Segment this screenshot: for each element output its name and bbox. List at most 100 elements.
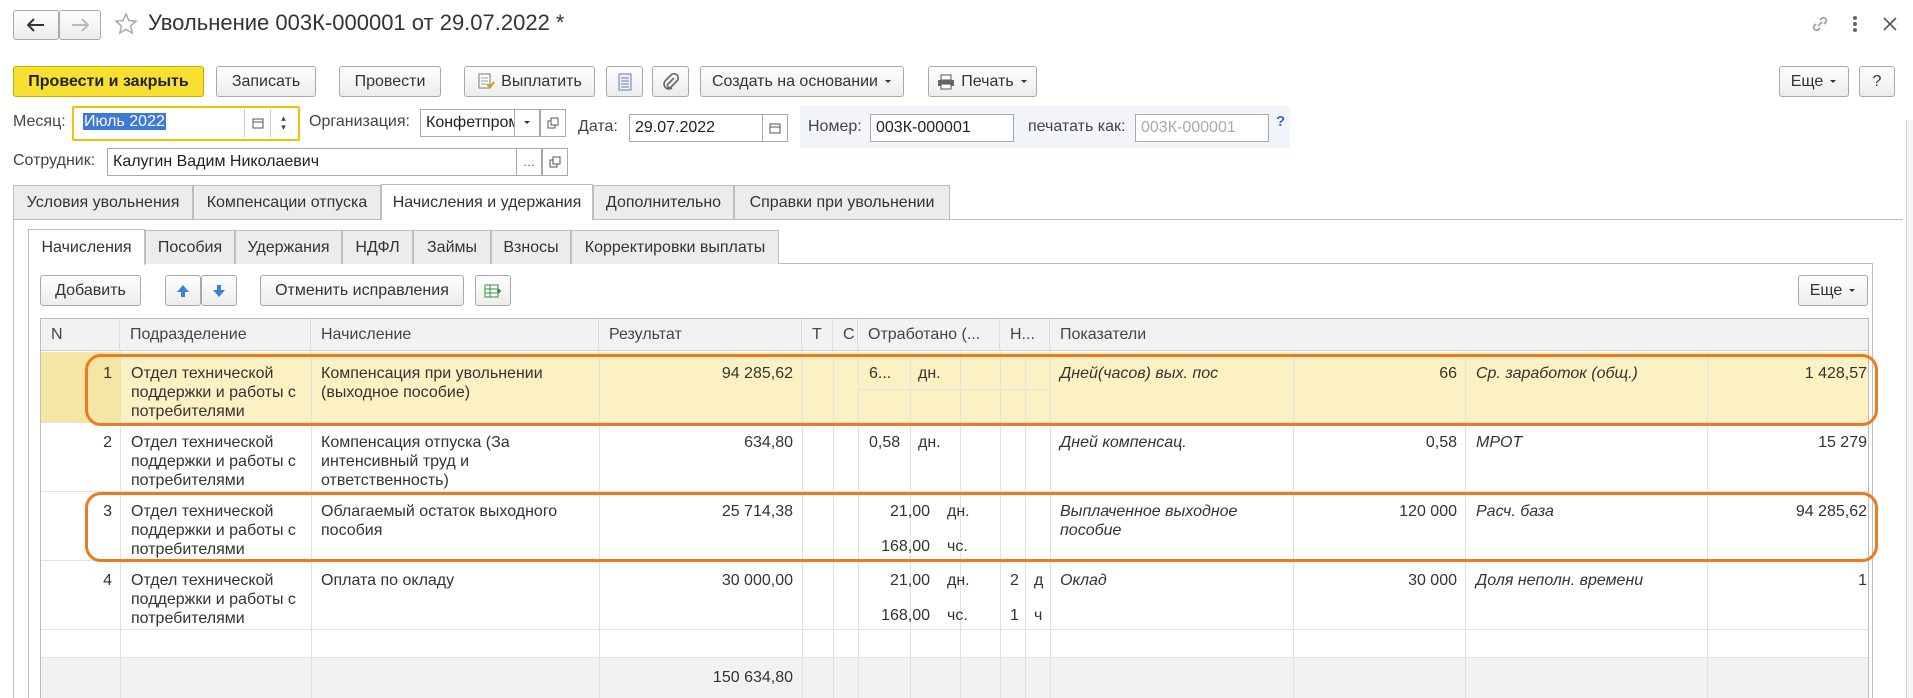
printer-icon (937, 74, 955, 90)
employee-open-button[interactable] (542, 148, 568, 176)
row-separator (41, 657, 1868, 658)
month-calendar-button[interactable] (244, 109, 270, 137)
number-field[interactable]: 003К-000001 (870, 114, 1014, 142)
subtab-ndfl[interactable]: НДФЛ (342, 230, 413, 264)
subtab-loans[interactable]: Займы (413, 230, 491, 264)
forward-button[interactable] (59, 10, 101, 40)
subtab-accruals[interactable]: Начисления (28, 229, 145, 265)
norm-value: 1 (1010, 607, 1019, 624)
worked-unit: дн. (918, 434, 941, 451)
tab-dismissal-conditions[interactable]: Условия увольнения (13, 185, 193, 219)
open-window-icon (549, 156, 561, 168)
vertical-scrollbar[interactable] (1906, 120, 1913, 698)
row-number: 4 (103, 572, 112, 589)
open-window-icon (547, 117, 559, 129)
chevron-down-icon (1848, 288, 1856, 294)
employee-label: Сотрудник: (13, 152, 96, 169)
subtab-benefits[interactable]: Пособия (145, 230, 235, 264)
post-button[interactable]: Провести (339, 66, 441, 97)
move-up-button[interactable] (165, 275, 201, 306)
organization-dropdown-button[interactable] (514, 109, 540, 137)
print-button[interactable]: Печать (928, 66, 1037, 97)
col-header-c[interactable]: С (833, 319, 858, 351)
calendar-icon (769, 122, 781, 134)
col-header-accrual[interactable]: Начисление (311, 319, 599, 351)
accrual-line: ответственность) (321, 472, 449, 489)
chevron-down-icon (884, 79, 892, 85)
back-button[interactable] (13, 10, 59, 40)
subtab-deductions[interactable]: Удержания (235, 230, 342, 264)
col-header-t[interactable]: Т (802, 319, 833, 351)
worked-unit: дн. (947, 572, 970, 589)
table-total-bg (41, 657, 1868, 698)
col-header-n[interactable]: N (41, 319, 120, 351)
print-button-label: Печать (961, 72, 1014, 90)
tab-vacation-compensation[interactable]: Компенсации отпуска (193, 185, 381, 219)
indicator-value: 15 279 (1818, 434, 1867, 451)
spin-down-icon: ▾ (281, 122, 286, 132)
indicator-value: 1 (1858, 572, 1867, 589)
col-header-indicators[interactable]: Показатели (1050, 319, 1868, 351)
department-line: поддержки и работы с (131, 591, 296, 608)
grid-more-button[interactable]: Еще (1798, 275, 1868, 306)
department-line: Отдел технической (131, 572, 274, 589)
grid-settings-button[interactable] (475, 275, 511, 306)
month-value: Июль 2022 (83, 113, 166, 130)
accrual-line: интенсивный труд и (321, 453, 470, 470)
pay-button[interactable]: Выплатить (464, 66, 595, 97)
worked-value: 0,58 (869, 434, 901, 451)
department-line: потребителями (131, 610, 245, 627)
create-based-on-label: Создать на основании (712, 72, 878, 90)
col-header-n2[interactable]: Н... (1000, 319, 1050, 351)
pay-document-icon (477, 73, 495, 91)
result-value: 634,80 (744, 434, 793, 451)
list-view-button[interactable] (606, 66, 643, 97)
link-icon[interactable] (1810, 14, 1830, 34)
attach-button[interactable] (652, 66, 689, 97)
col-header-department[interactable]: Подразделение (120, 319, 311, 351)
favorite-star-icon[interactable] (114, 12, 138, 36)
arrow-down-icon (212, 284, 226, 298)
post-and-close-button[interactable]: Провести и закрыть (13, 66, 204, 97)
grid-more-label: Еще (1809, 281, 1843, 299)
add-button[interactable]: Добавить (40, 275, 141, 306)
chevron-down-icon (1829, 79, 1837, 85)
create-based-on-button[interactable]: Создать на основании (700, 66, 904, 97)
indicator-name: Оклад (1060, 572, 1107, 589)
indicator-name: Дней компенсац. (1060, 434, 1187, 451)
department-line: Отдел технической (131, 434, 274, 451)
row-number: 2 (103, 434, 112, 451)
organization-field[interactable]: Конфетпром (420, 109, 515, 137)
col-header-worked[interactable]: Отработано (... (858, 319, 1000, 351)
move-down-button[interactable] (201, 275, 237, 306)
cancel-fixes-button[interactable]: Отменить исправления (260, 275, 464, 306)
close-icon[interactable] (1882, 16, 1898, 32)
date-calendar-button[interactable] (762, 114, 788, 142)
norm-unit: ч (1034, 607, 1043, 624)
month-spinner[interactable]: ▴ ▾ (270, 109, 296, 137)
accrual-line: Оплата по окладу (321, 572, 455, 589)
paperclip-icon (662, 72, 680, 91)
chevron-down-icon (523, 120, 531, 126)
date-field[interactable]: 29.07.2022 (629, 114, 763, 142)
more-button[interactable]: Еще (1779, 66, 1849, 97)
arrow-right-icon (71, 18, 89, 32)
help-question-icon[interactable]: ? (1276, 113, 1285, 130)
subtab-payment-corrections[interactable]: Корректировки выплаты (571, 230, 779, 264)
organization-open-button[interactable] (540, 109, 566, 137)
tab-additional[interactable]: Дополнительно (593, 185, 734, 219)
employee-field[interactable]: Калугин Вадим Николаевич (107, 148, 517, 176)
tab-accruals-deductions[interactable]: Начисления и удержания (381, 184, 593, 220)
kebab-menu-icon[interactable] (1852, 14, 1858, 34)
subtab-contributions[interactable]: Взносы (491, 230, 571, 264)
month-field[interactable]: Июль 2022 (78, 109, 246, 137)
employee-select-button[interactable]: … (516, 148, 542, 176)
tab-dismissal-certificates[interactable]: Справки при увольнении (734, 185, 950, 219)
col-header-result[interactable]: Результат (599, 319, 802, 351)
print-as-field[interactable]: 003К-000001 (1135, 114, 1269, 142)
save-button[interactable]: Записать (216, 66, 316, 97)
help-button[interactable]: ? (1859, 66, 1895, 97)
chevron-down-icon (1020, 79, 1028, 85)
indicator-value: 30 000 (1408, 572, 1457, 589)
worked-value: 168,00 (881, 607, 930, 624)
